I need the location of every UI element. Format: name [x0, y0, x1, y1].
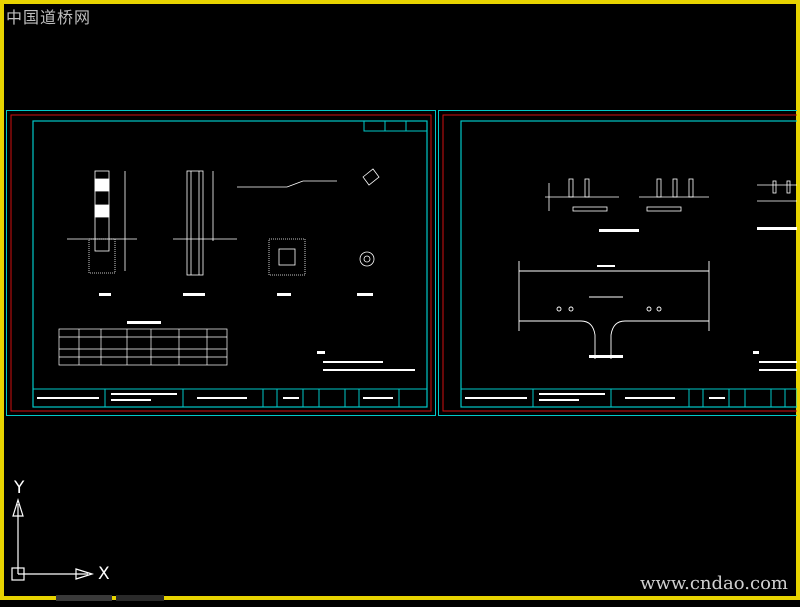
sheet-left-drawing — [10, 114, 432, 412]
inner-border-right — [442, 114, 797, 412]
posts-elevation — [545, 178, 709, 212]
drawing-sheet-right[interactable] — [438, 110, 797, 416]
foundation-plan — [268, 238, 306, 276]
ucs-y-label: Y — [14, 478, 25, 498]
reflector-detail — [359, 168, 380, 267]
notes-right — [753, 351, 797, 371]
post-section — [173, 170, 237, 276]
title-block-left-text — [37, 393, 393, 401]
ground-line-detail — [237, 180, 337, 188]
partial-detail-right — [757, 180, 797, 202]
watermark-top-left: 中国道桥网 — [6, 8, 92, 27]
view-labels — [99, 293, 373, 296]
view-labels-right — [589, 227, 797, 358]
inner-border-left — [10, 114, 432, 412]
watermark-bottom-right: www.cndao.com — [640, 573, 788, 594]
sheet-right-drawing — [442, 114, 797, 412]
road-plan — [518, 261, 710, 359]
ucs-x-label: X — [98, 564, 110, 584]
quantity-table — [58, 321, 228, 366]
layout-tabs-remnant[interactable] — [56, 588, 176, 601]
notes — [317, 351, 415, 371]
post-elevation — [67, 170, 137, 274]
title-block-right-text — [465, 393, 725, 401]
drawing-frame-right — [460, 120, 797, 408]
top-sheet-number-block — [363, 120, 428, 132]
drawing-sheet-left[interactable] — [6, 110, 436, 416]
drawing-frame-left — [32, 120, 428, 408]
ucs-icon: Y X — [10, 478, 120, 588]
